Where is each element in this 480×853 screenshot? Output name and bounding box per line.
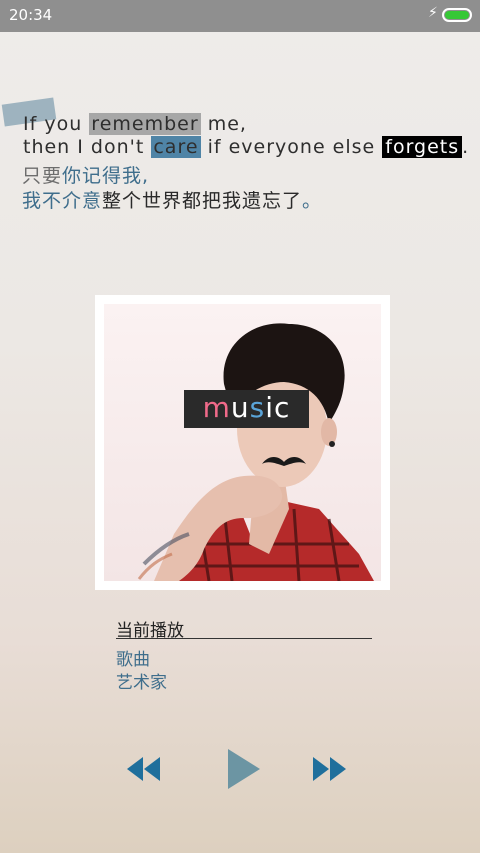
lyric-text: then I don't <box>23 136 152 158</box>
divider <box>116 638 372 639</box>
music-logo: music <box>184 390 309 428</box>
portrait-illustration <box>104 304 381 581</box>
rewind-icon <box>127 757 160 781</box>
album-cover: music <box>95 295 390 590</box>
lyric-line-1: If you remember me, <box>23 113 247 135</box>
song-title: 歌曲 <box>116 650 150 670</box>
previous-button[interactable] <box>126 755 162 783</box>
logo-letter: ic <box>265 391 291 424</box>
lyric-line-2: then I don't care if everyone else forge… <box>23 136 469 158</box>
lyric-text: if everyone else <box>200 136 383 158</box>
play-icon <box>228 749 260 789</box>
lyric-line-4: 我不介意整个世界都把我遗忘了。 <box>22 186 322 213</box>
lyric-text: me, <box>200 113 247 135</box>
logo-letter: u <box>230 391 250 424</box>
lyric-line-3: 只要你记得我, <box>22 161 149 188</box>
lyric-highlight: forgets <box>382 136 463 158</box>
next-button[interactable] <box>312 755 348 783</box>
artist-name: 艺术家 <box>116 673 167 693</box>
lyric-text: 我不介意 <box>22 190 103 212</box>
lyric-text: 只要 <box>22 165 63 187</box>
fast-forward-icon <box>313 757 346 781</box>
lyric-text: If you <box>23 113 90 135</box>
lyric-text: . <box>462 136 470 158</box>
album-art: music <box>104 304 381 581</box>
lyric-text: 。 <box>302 190 323 212</box>
logo-letter: m <box>202 391 231 424</box>
lyric-text: 整个世界都把我遗忘了 <box>102 190 303 212</box>
logo-letter: s <box>249 391 266 424</box>
play-button[interactable] <box>226 748 262 790</box>
lyric-highlight: care <box>151 136 201 158</box>
lyrics-block: If you remember me, then I don't care if… <box>0 0 480 240</box>
lyric-highlight: remember <box>89 113 201 135</box>
lyric-text: 你记得我, <box>62 165 150 187</box>
